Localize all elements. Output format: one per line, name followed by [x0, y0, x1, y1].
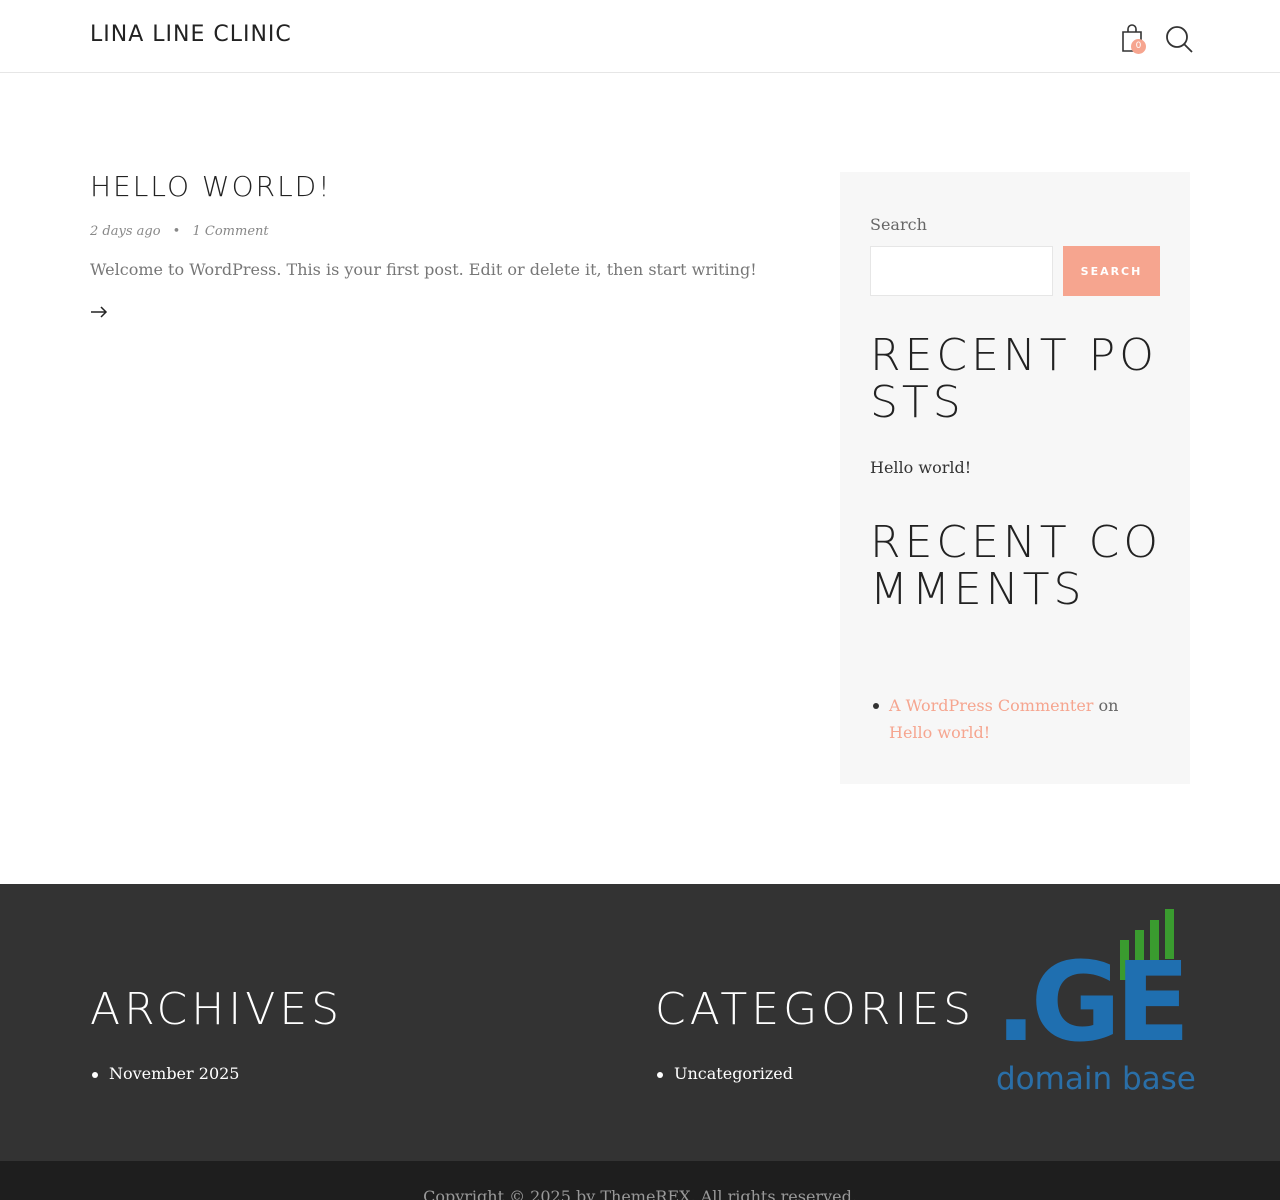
- list-item: A WordPress Commenter on Hello world!: [870, 692, 1165, 746]
- meta-separator: •: [172, 224, 181, 239]
- recent-comments-title: RECENT COMMENTS: [870, 517, 1163, 615]
- list-item: November 2025: [90, 1064, 239, 1083]
- search-icon[interactable]: [1165, 25, 1193, 53]
- comment-post-link[interactable]: Hello world!: [889, 723, 990, 742]
- recent-post-link[interactable]: Hello world!: [870, 458, 971, 477]
- sidebar: Search SEARCH RECENT POSTS Hello world! …: [840, 172, 1190, 784]
- watermark-mark: .GE: [995, 938, 1184, 1066]
- watermark-caption: domain base: [996, 1061, 1195, 1095]
- recent-posts-title: RECENT POSTS: [870, 330, 1158, 428]
- comment-on-text: on: [1098, 696, 1119, 715]
- cart-count-badge: 0: [1131, 39, 1146, 54]
- comment-author-link[interactable]: A WordPress Commenter: [889, 696, 1093, 715]
- archive-link[interactable]: November 2025: [109, 1064, 239, 1083]
- search-button[interactable]: SEARCH: [1063, 246, 1160, 296]
- site-header: LINA LINE CLINIC 0: [0, 0, 1280, 73]
- categories-title: CATEGORIES: [655, 984, 976, 1035]
- site-logo[interactable]: LINA LINE CLINIC: [90, 22, 292, 47]
- categories-list: Uncategorized: [655, 1064, 793, 1083]
- copyright-bar: Copyright © 2025 by ThemeREX. All rights…: [0, 1161, 1280, 1200]
- post-date[interactable]: 2 days ago: [90, 224, 161, 239]
- post-comments-link[interactable]: 1 Comment: [192, 224, 268, 239]
- post-title[interactable]: HELLO WORLD!: [90, 170, 331, 203]
- category-link[interactable]: Uncategorized: [674, 1064, 793, 1083]
- archives-list: November 2025: [90, 1064, 239, 1083]
- domain-base-watermark: .GE domain base: [995, 909, 1195, 1095]
- list-item: Uncategorized: [655, 1064, 793, 1083]
- recent-comments-list: A WordPress Commenter on Hello world!: [870, 692, 1165, 746]
- post-excerpt: Welcome to WordPress. This is your first…: [90, 260, 757, 279]
- archives-title: ARCHIVES: [90, 984, 344, 1035]
- search-label: Search: [870, 215, 927, 234]
- copyright-text: Copyright © 2025 by ThemeREX. All rights…: [423, 1187, 857, 1200]
- post-meta: 2 days ago • 1 Comment: [90, 224, 269, 239]
- arrow-right-icon[interactable]: [90, 303, 108, 321]
- search-input[interactable]: [870, 246, 1053, 296]
